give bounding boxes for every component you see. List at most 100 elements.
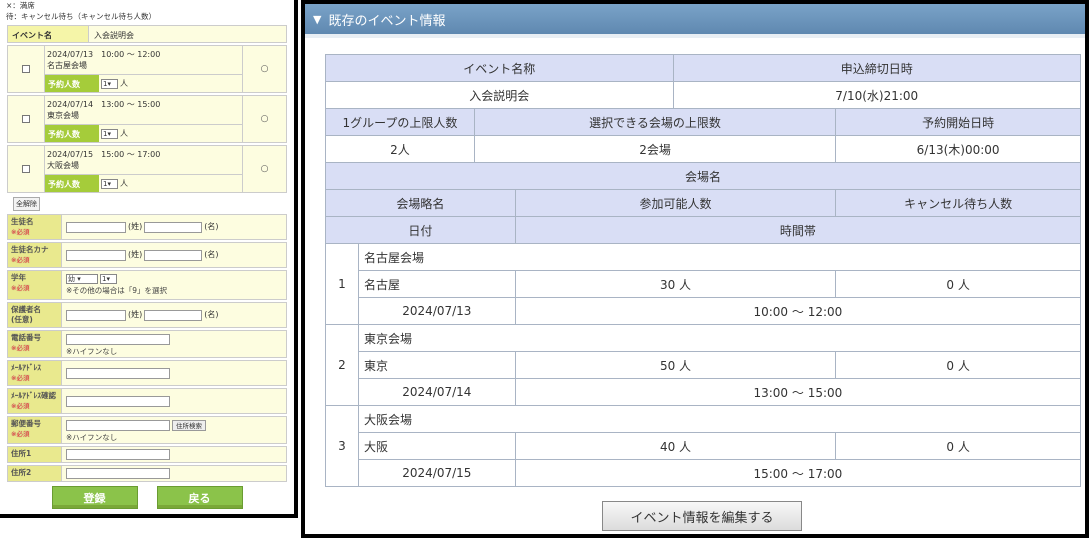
session-checkbox[interactable] bbox=[22, 165, 30, 173]
phone-inputs: ※ハイフンなし bbox=[62, 330, 287, 358]
venue-capacity: 50 人 bbox=[514, 351, 837, 379]
grade-hint: ※その他の場合は「9」を選択 bbox=[66, 286, 168, 295]
email-input[interactable] bbox=[66, 367, 170, 379]
count-value-cell: 1▾ 人 bbox=[99, 125, 242, 142]
venue-row: 2 東京会場 bbox=[325, 324, 1082, 406]
venue-name: 名古屋会場 bbox=[357, 243, 1082, 271]
phone-row: 電話番号 ※必須 ※ハイフンなし bbox=[7, 330, 287, 358]
venue-capacity: 40 人 bbox=[514, 432, 837, 460]
guardian-last-name-input[interactable] bbox=[66, 309, 126, 321]
optional-note: (任意) bbox=[11, 315, 33, 324]
count-select-value: 1 bbox=[103, 129, 108, 138]
student-name-row: 生徒名 ※必須 (姓) (名) bbox=[7, 214, 287, 240]
venue-number: 2 bbox=[325, 324, 359, 406]
student-last-kana-input[interactable] bbox=[66, 249, 126, 261]
event-name-label: イベント名 bbox=[7, 25, 89, 43]
required-note: ※必須 bbox=[11, 228, 30, 236]
session-checkbox-cell[interactable] bbox=[7, 145, 45, 193]
grade-number-select[interactable]: 1▾ bbox=[100, 274, 117, 284]
event-name-value: 入会説明会 bbox=[89, 25, 287, 43]
venue-capacity: 30 人 bbox=[514, 270, 837, 298]
venue-waitlist: 0 人 bbox=[835, 270, 1081, 298]
address1-input[interactable] bbox=[66, 449, 170, 460]
panel-header[interactable]: ▼ 既存のイベント情報 bbox=[305, 4, 1085, 38]
address2-input[interactable] bbox=[66, 468, 170, 479]
grade-row: 学年 ※必須 幼 ▾ 1▾ ※その他の場合は「9」を選択 bbox=[7, 270, 287, 300]
guardian-inputs: (姓) (名) bbox=[62, 302, 287, 328]
email-label: ﾒｰﾙｱﾄﾞﾚｽ ※必須 bbox=[7, 360, 62, 386]
header-venue-limit: 選択できる会場の上限数 bbox=[473, 108, 837, 136]
form-body: イベント名 入会説明会 2024/07/13 10:00 ～ 12:00 名古屋… bbox=[7, 25, 287, 509]
count-unit: 人 bbox=[120, 179, 128, 188]
session-details: 2024/07/14 13:00 ～ 15:00 東京会場 予約人数 1▾ 人 bbox=[45, 95, 243, 143]
count-select[interactable]: 1▾ bbox=[101, 128, 118, 139]
count-value-cell: 1▾ 人 bbox=[99, 175, 242, 192]
availability-mark: ○ bbox=[243, 45, 287, 93]
venue-date: 2024/07/13 bbox=[357, 297, 516, 325]
session-count-row: 予約人数 1▾ 人 bbox=[45, 175, 243, 193]
count-select-value: 1 bbox=[103, 179, 108, 188]
session-checkbox[interactable] bbox=[22, 115, 30, 123]
event-info-table: イベント名称 申込締切日時 入会説明会 7/10(水)21:00 1グループの上… bbox=[325, 54, 1082, 487]
session-checkbox-cell[interactable] bbox=[7, 45, 45, 93]
grade-label: 学年 ※必須 bbox=[7, 270, 62, 300]
email-inputs bbox=[62, 360, 287, 386]
postal-hint: ※ハイフンなし bbox=[66, 433, 118, 442]
collapse-triangle-icon[interactable]: ▼ bbox=[313, 13, 321, 26]
header-event-name: イベント名称 bbox=[325, 54, 674, 82]
register-button[interactable]: 登録 bbox=[51, 486, 138, 509]
venue-time: 10:00 ～ 12:00 bbox=[514, 297, 1082, 325]
edit-event-button[interactable]: イベント情報を編集する bbox=[602, 501, 802, 531]
header-time: 時間帯 bbox=[514, 216, 1082, 244]
back-button[interactable]: 戻る bbox=[156, 486, 243, 509]
clear-all-button[interactable]: 全解除 bbox=[13, 197, 40, 211]
field-label: 生徒名カナ bbox=[11, 245, 49, 254]
count-select[interactable]: 1▾ bbox=[101, 78, 118, 89]
session-count-row: 予約人数 1▾ 人 bbox=[45, 75, 243, 93]
email-confirm-input[interactable] bbox=[66, 395, 170, 407]
venue-number: 1 bbox=[325, 243, 359, 325]
event-name-value: 入会説明会 bbox=[325, 81, 674, 109]
session-datetime: 2024/07/15 15:00 ～ 17:00 bbox=[47, 150, 161, 159]
venue-date: 2024/07/15 bbox=[357, 459, 516, 487]
grade-level-select[interactable]: 幼 ▾ bbox=[66, 274, 98, 284]
count-label: 予約人数 bbox=[45, 175, 99, 192]
session-venue: 大阪会場 bbox=[47, 161, 79, 170]
session-checkbox-cell[interactable] bbox=[7, 95, 45, 143]
email-row: ﾒｰﾙｱﾄﾞﾚｽ ※必須 bbox=[7, 360, 287, 386]
student-last-name-input[interactable] bbox=[66, 221, 126, 233]
legend-full: ×：満席 bbox=[6, 1, 35, 10]
student-kana-label: 生徒名カナ ※必須 bbox=[7, 242, 62, 268]
postal-input[interactable] bbox=[66, 420, 170, 431]
required-note: ※必須 bbox=[11, 430, 30, 438]
deadline-value: 7/10(水)21:00 bbox=[672, 81, 1082, 109]
required-note: ※必須 bbox=[11, 284, 30, 292]
count-select[interactable]: 1▾ bbox=[101, 178, 118, 189]
venue-short-name: 東京 bbox=[357, 351, 516, 379]
grade-level-value: 幼 bbox=[68, 275, 75, 283]
sei-label: (姓) bbox=[128, 310, 143, 319]
postal-row: 郵便番号 ※必須 住所検索 ※ハイフンなし bbox=[7, 416, 287, 444]
session-datetime: 2024/07/14 13:00 ～ 15:00 bbox=[47, 100, 161, 109]
count-label: 予約人数 bbox=[45, 125, 99, 142]
phone-input[interactable] bbox=[66, 334, 170, 345]
address-search-button[interactable]: 住所検索 bbox=[172, 420, 206, 431]
address2-row: 住所2 bbox=[7, 465, 287, 482]
event-info-panel: ▼ 既存のイベント情報 イベント名称 申込締切日時 入会説明会 7/10(水)2… bbox=[301, 0, 1089, 538]
student-first-name-input[interactable] bbox=[144, 221, 203, 233]
session-venue: 名古屋会場 bbox=[47, 61, 87, 70]
availability-mark: ○ bbox=[243, 145, 287, 193]
email-confirm-label: ﾒｰﾙｱﾄﾞﾚｽ確認 ※必須 bbox=[7, 388, 62, 414]
guardian-first-name-input[interactable] bbox=[144, 309, 203, 321]
student-first-kana-input[interactable] bbox=[144, 249, 203, 261]
field-label: 住所1 bbox=[11, 449, 32, 458]
grade-number-value: 1 bbox=[102, 275, 107, 283]
address2-inputs bbox=[62, 465, 287, 482]
student-kana-row: 生徒名カナ ※必須 (姓) (名) bbox=[7, 242, 287, 268]
field-label: 郵便番号 bbox=[11, 419, 41, 428]
address1-label: 住所1 bbox=[7, 446, 62, 463]
header-waitlist: キャンセル待ち人数 bbox=[835, 189, 1081, 217]
session-checkbox[interactable] bbox=[22, 65, 30, 73]
venue-waitlist: 0 人 bbox=[835, 432, 1081, 460]
session-row: 2024/07/14 13:00 ～ 15:00 東京会場 予約人数 1▾ 人 … bbox=[7, 95, 287, 143]
